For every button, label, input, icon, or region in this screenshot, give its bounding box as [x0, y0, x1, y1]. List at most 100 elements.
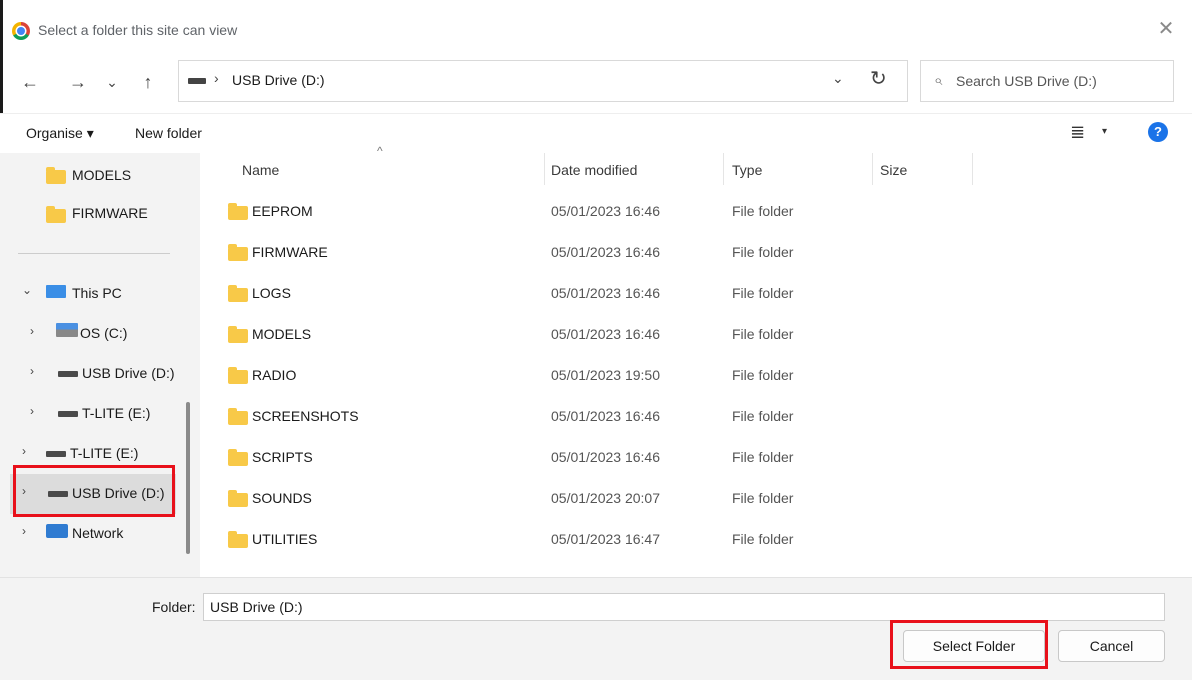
table-row[interactable]: SCREENSHOTS 05/01/2023 16:46 File folder: [210, 398, 1170, 436]
chevron-right-icon[interactable]: ›: [22, 484, 26, 498]
file-date: 05/01/2023 20:07: [551, 490, 660, 506]
sort-ascending-icon: ^: [377, 144, 383, 158]
select-folder-button[interactable]: Select Folder: [903, 630, 1045, 662]
sidebar-item-label: This PC: [72, 285, 122, 301]
file-date: 05/01/2023 16:46: [551, 408, 660, 424]
folder-icon: [228, 203, 248, 220]
back-arrow-icon[interactable]: ←: [16, 68, 44, 96]
file-date: 05/01/2023 16:46: [551, 203, 660, 219]
column-header-size[interactable]: Size: [880, 162, 907, 178]
sidebar-item-label: MODELS: [72, 167, 132, 183]
address-dropdown-icon[interactable]: ⌄: [832, 70, 844, 87]
drive-icon: [46, 451, 66, 457]
file-name: SCREENSHOTS: [252, 408, 359, 424]
chevron-right-icon[interactable]: ›: [30, 404, 34, 418]
column-divider[interactable]: [972, 153, 973, 185]
drive-icon: [58, 371, 78, 377]
file-name: UTILITIES: [252, 531, 318, 547]
new-folder-button[interactable]: New folder: [135, 125, 202, 141]
sidebar-item-models[interactable]: MODELS: [20, 160, 180, 192]
column-header-name[interactable]: Name: [242, 162, 279, 178]
column-divider[interactable]: [544, 153, 545, 185]
file-type: File folder: [732, 285, 794, 301]
refresh-icon[interactable]: ↻: [870, 66, 887, 91]
file-type: File folder: [732, 531, 794, 547]
table-row[interactable]: RADIO 05/01/2023 19:50 File folder: [210, 357, 1170, 395]
sidebar-item-firmware[interactable]: FIRMWARE: [20, 200, 180, 232]
folder-icon: [228, 326, 248, 343]
window-edge: [0, 0, 3, 120]
sidebar-item-label: T-LITE (E:): [70, 445, 139, 461]
folder-name-input[interactable]: [203, 593, 1165, 621]
dialog-title: Select a folder this site can view: [38, 22, 238, 38]
column-header-date[interactable]: Date modified: [551, 162, 637, 178]
table-row[interactable]: SOUNDS 05/01/2023 20:07 File folder: [210, 480, 1170, 518]
table-row[interactable]: EEPROM 05/01/2023 16:46 File folder: [210, 193, 1170, 231]
folder-field-label: Folder:: [152, 599, 196, 615]
table-row[interactable]: SCRIPTS 05/01/2023 16:46 File folder: [210, 439, 1170, 477]
file-name: FIRMWARE: [252, 244, 328, 260]
drive-icon: [58, 411, 78, 417]
sidebar-item-label: OS (C:): [80, 325, 128, 341]
sidebar-item-usb-drive-root[interactable]: › USB Drive (D:): [14, 480, 180, 510]
search-input[interactable]: [956, 70, 1166, 92]
file-type: File folder: [732, 326, 794, 342]
sidebar-item-label: USB Drive (D:): [72, 485, 165, 501]
search-icon: ⌕: [934, 72, 943, 89]
cancel-button[interactable]: Cancel: [1058, 630, 1165, 662]
sidebar-scrollbar[interactable]: [186, 402, 190, 554]
folder-icon: [46, 167, 66, 184]
folder-icon: [228, 449, 248, 466]
chevron-right-icon[interactable]: ›: [30, 364, 34, 378]
file-type: File folder: [732, 244, 794, 260]
folder-icon: [46, 206, 66, 223]
file-name: RADIO: [252, 367, 297, 383]
folder-icon: [228, 531, 248, 548]
breadcrumb-current[interactable]: USB Drive (D:): [232, 72, 325, 88]
file-type: File folder: [732, 408, 794, 424]
sidebar-item-label: Network: [72, 525, 124, 541]
close-icon[interactable]: ✕: [1154, 18, 1178, 42]
file-date: 05/01/2023 16:46: [551, 285, 660, 301]
sidebar-item-usb-drive[interactable]: › USB Drive (D:): [14, 360, 180, 390]
up-arrow-icon[interactable]: ↑: [134, 68, 162, 96]
sidebar-item-label: USB Drive (D:): [82, 365, 175, 381]
sidebar-item-t-lite[interactable]: › T-LITE (E:): [14, 440, 180, 470]
sidebar-item-os-c[interactable]: › OS (C:): [14, 320, 180, 350]
table-row[interactable]: MODELS 05/01/2023 16:46 File folder: [210, 316, 1170, 354]
folder-icon: [228, 408, 248, 425]
folder-icon: [228, 285, 248, 302]
table-row[interactable]: FIRMWARE 05/01/2023 16:46 File folder: [210, 234, 1170, 272]
chevron-right-icon[interactable]: ›: [30, 324, 34, 338]
chevron-down-icon[interactable]: ⌄: [22, 283, 32, 297]
file-date: 05/01/2023 16:47: [551, 531, 660, 547]
file-name: SOUNDS: [252, 490, 312, 506]
network-icon: [46, 524, 68, 538]
drive-icon: [48, 491, 68, 497]
sidebar-item-t-lite-nested[interactable]: › T-LITE (E:): [14, 400, 180, 430]
view-options-icon[interactable]: ≣: [1070, 122, 1085, 143]
file-date: 05/01/2023 16:46: [551, 326, 660, 342]
table-row[interactable]: UTILITIES 05/01/2023 16:47 File folder: [210, 521, 1170, 559]
column-divider[interactable]: [872, 153, 873, 185]
computer-icon: [46, 285, 66, 298]
file-name: EEPROM: [252, 203, 313, 219]
recent-locations-chevron-icon[interactable]: ⌄: [98, 68, 126, 96]
organise-menu-button[interactable]: Organise ▾: [26, 125, 94, 142]
forward-arrow-icon[interactable]: →: [64, 68, 92, 96]
nav-divider: [18, 253, 170, 254]
help-icon[interactable]: ?: [1148, 122, 1168, 142]
sidebar-item-label: FIRMWARE: [72, 205, 148, 221]
table-row[interactable]: LOGS 05/01/2023 16:46 File folder: [210, 275, 1170, 313]
chrome-logo-icon: [12, 22, 30, 40]
view-caret-icon[interactable]: ▾: [1102, 126, 1107, 137]
chevron-right-icon[interactable]: ›: [22, 444, 26, 458]
sidebar-item-network[interactable]: › Network: [14, 520, 180, 550]
file-date: 05/01/2023 16:46: [551, 449, 660, 465]
column-divider[interactable]: [723, 153, 724, 185]
folder-icon: [228, 244, 248, 261]
chevron-right-icon[interactable]: ›: [22, 524, 26, 538]
file-name: LOGS: [252, 285, 291, 301]
column-header-type[interactable]: Type: [732, 162, 762, 178]
sidebar-item-this-pc[interactable]: ⌄ This PC: [14, 280, 180, 310]
